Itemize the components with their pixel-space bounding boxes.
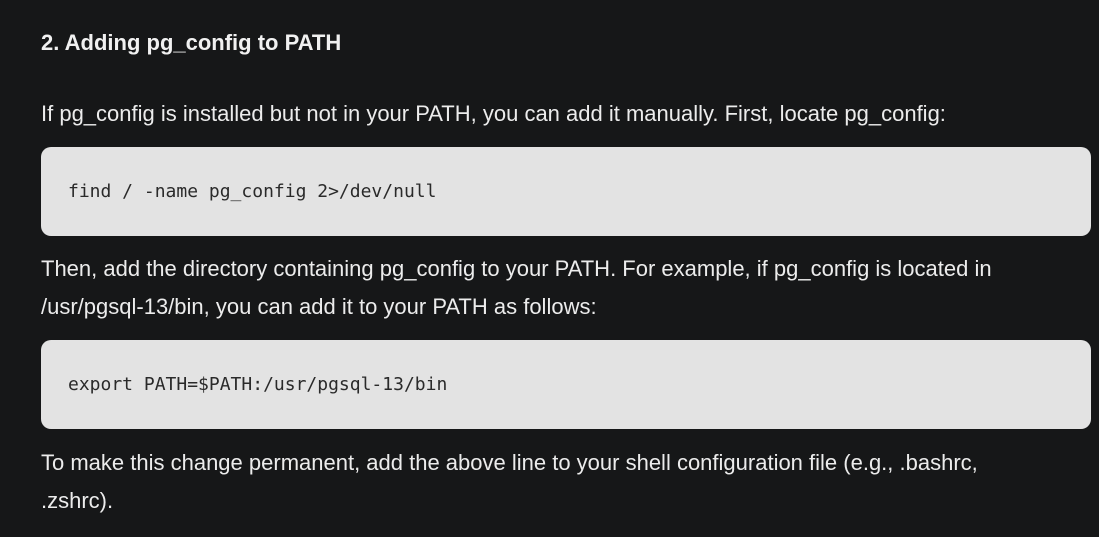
markdown-content: 2. Adding pg_config to PATH If pg_config… [0,0,1099,537]
section-heading: 2. Adding pg_config to PATH [41,30,342,55]
code-block-export[interactable]: export PATH=$PATH:/usr/pgsql-13/bin [41,340,1091,429]
code-export-command[interactable]: export PATH=$PATH:/usr/pgsql-13/bin [68,374,447,395]
explain-paragraph: Then, add the directory containing pg_co… [41,256,992,319]
code-find-command[interactable]: find / -name pg_config 2>/dev/null [68,181,436,202]
outro-paragraph: To make this change permanent, add the a… [41,450,978,513]
intro-paragraph: If pg_config is installed but not in you… [41,101,946,126]
code-block-find[interactable]: find / -name pg_config 2>/dev/null [41,147,1091,236]
